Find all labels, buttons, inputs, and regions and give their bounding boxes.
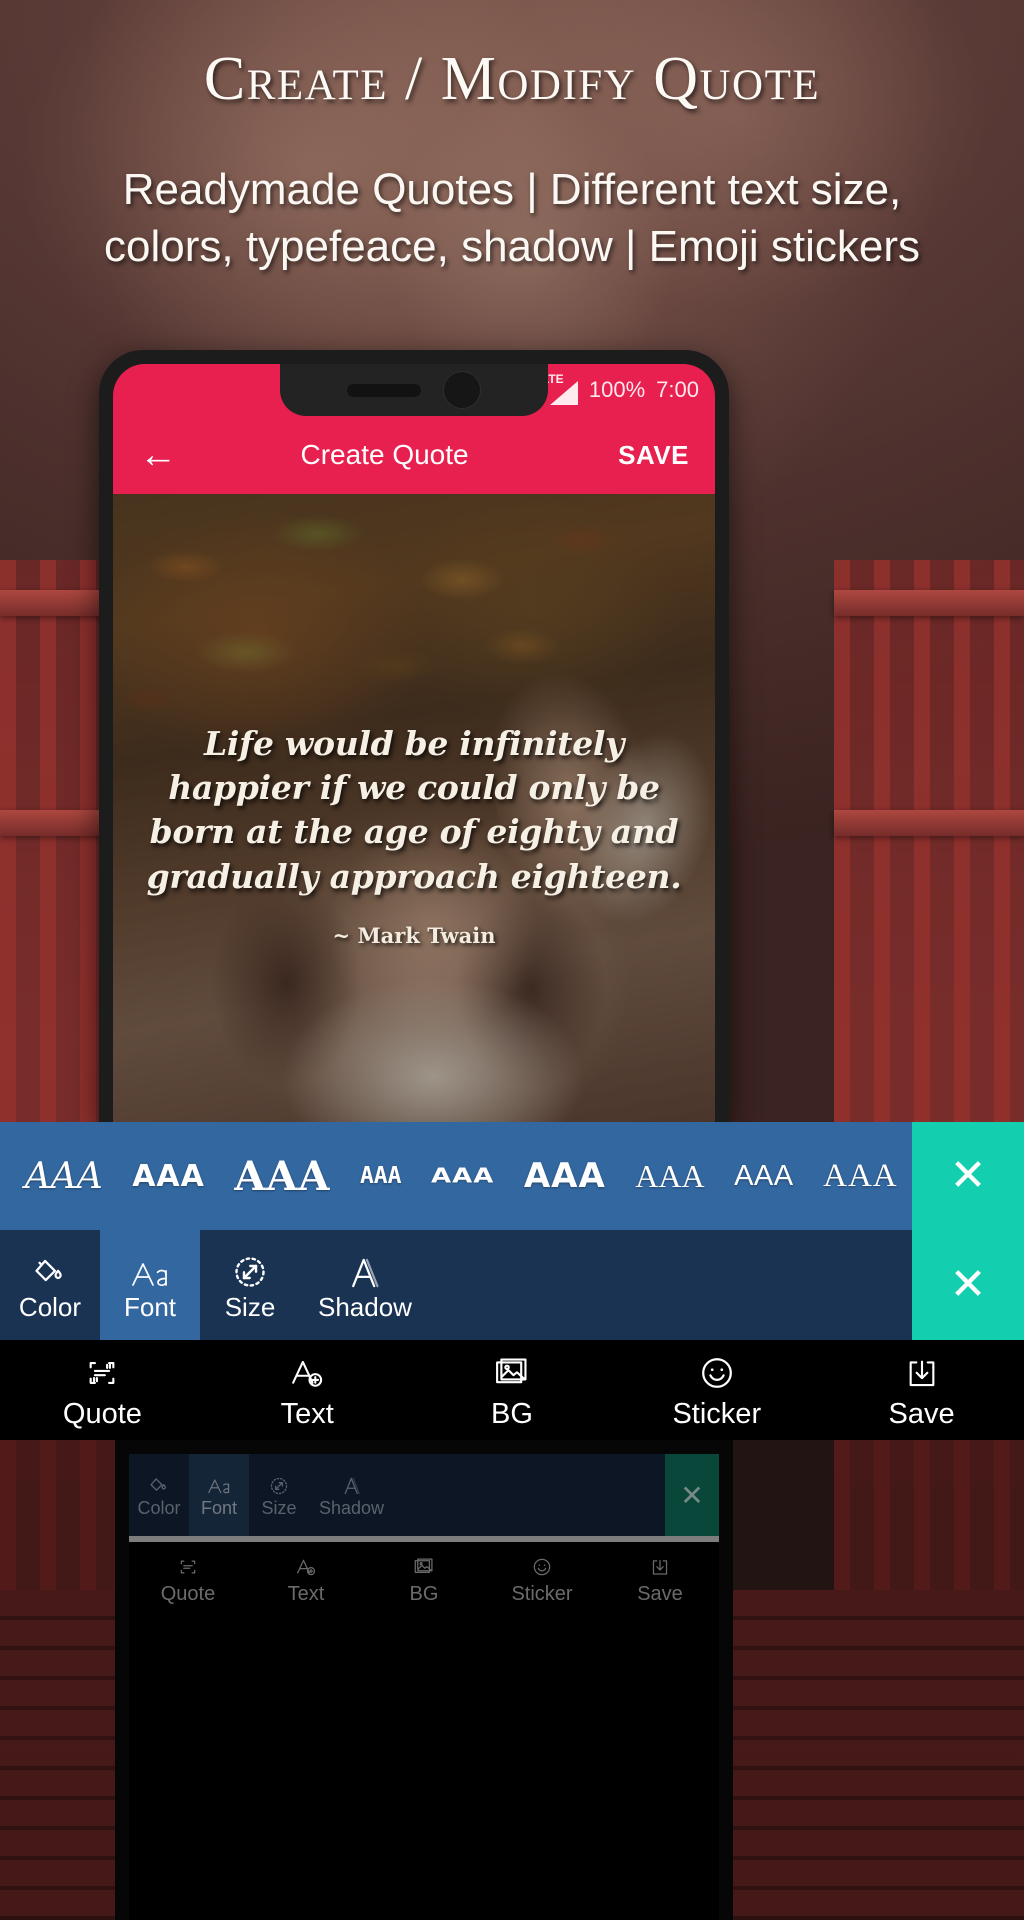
preview-tool-shadow[interactable]: Shadow (309, 1454, 394, 1536)
quote-text[interactable]: Life would be infinitely happier if we c… (129, 722, 699, 899)
quote-box-icon (85, 1352, 119, 1394)
preview-phone-mockup: Color Font Size Shadow ✕ Quote Text BG S… (115, 1440, 733, 1920)
preview-nav-save-label: Save (637, 1583, 683, 1605)
preview-nav-sticker[interactable]: Sticker (483, 1542, 601, 1618)
editor-panels: AAA AAA AAA AAA AAA AAA AAA AAA AAA AAA (0, 1122, 1024, 1350)
preview-tool-strip: Color Font Size Shadow ✕ (129, 1454, 719, 1536)
close-font-strip-button[interactable]: ✕ (912, 1122, 1024, 1230)
promo-subtitle-line-1: Readymade Quotes | Different text size, (122, 165, 902, 214)
add-text-icon (295, 1554, 317, 1580)
font-aa-icon (130, 1250, 170, 1290)
quote-canvas[interactable]: Life would be infinitely happier if we c… (113, 494, 715, 1125)
font-option[interactable]: AAA (509, 1156, 620, 1196)
preview-nav-bg-label: BG (409, 1583, 439, 1605)
close-column: ✕ ✕ (912, 1122, 1024, 1350)
battery-percent-label: 100% (588, 377, 646, 402)
clock-label: 7:00 (656, 377, 699, 402)
preview-close-button[interactable]: ✕ (665, 1454, 719, 1536)
resize-icon (232, 1250, 268, 1290)
tool-color-label: Color (18, 1292, 82, 1322)
font-picker-strip[interactable]: AAA AAA AAA AAA AAA AAA AAA AAA AAA AAA (0, 1122, 1024, 1230)
preview-tool-font-label: Font (200, 1497, 238, 1518)
quote-author[interactable]: ~ Mark Twain (129, 923, 699, 948)
preview-bottom-nav: Quote Text BG Sticker Save (129, 1542, 719, 1618)
add-text-icon (289, 1352, 325, 1394)
quote-text-block[interactable]: Life would be infinitely happier if we c… (113, 722, 715, 948)
nav-label-save: Save (888, 1397, 955, 1430)
back-arrow-icon[interactable]: ← (139, 436, 185, 474)
image-stack-icon (414, 1554, 434, 1580)
font-option[interactable]: AAA (345, 1163, 416, 1189)
font-option[interactable]: AAA (719, 1160, 808, 1193)
preview-nav-text-label: Text (287, 1583, 325, 1605)
tool-color-button[interactable]: Color (0, 1230, 100, 1340)
preview-tool-color-label: Color (137, 1497, 181, 1518)
preview-tool-color[interactable]: Color (129, 1454, 189, 1536)
nav-item-sticker[interactable]: Sticker (614, 1352, 819, 1429)
preview-nav-text[interactable]: Text (247, 1542, 365, 1618)
tool-row: Color Font Size Shadow (0, 1230, 1024, 1340)
font-aa-icon (207, 1472, 231, 1496)
preview-nav-sticker-label: Sticker (511, 1583, 573, 1605)
tool-font-button[interactable]: Font (100, 1230, 200, 1340)
tool-shadow-label: Shadow (318, 1292, 412, 1322)
close-tool-strip-button[interactable]: ✕ (912, 1230, 1024, 1340)
promo-subtitle: Readymade Quotes | Different text size, … (0, 161, 1024, 275)
tool-size-button[interactable]: Size (200, 1230, 300, 1340)
font-option[interactable]: AAA (220, 1153, 346, 1200)
font-option[interactable]: AAA (117, 1159, 219, 1194)
nav-item-quote[interactable]: Quote (0, 1352, 205, 1429)
lte-signal-icon: LTE (542, 372, 578, 405)
preview-tool-size-label: Size (261, 1497, 297, 1518)
promo-subtitle-line-2: colors, typefeace, shadow | Emoji sticke… (104, 222, 920, 272)
nav-item-bg[interactable]: BG (410, 1352, 615, 1429)
quote-box-icon (178, 1554, 198, 1580)
preview-nav-bg[interactable]: BG (365, 1542, 483, 1618)
preview-nav-quote-label: Quote (160, 1583, 216, 1605)
nav-label-bg: BG (491, 1397, 533, 1430)
preview-tool-font[interactable]: Font (189, 1454, 249, 1536)
smiley-icon (699, 1352, 735, 1394)
page-title: Create / Modify Quote (203, 45, 821, 113)
shadow-a-icon (343, 1472, 361, 1496)
app-bar: ← Create Quote SAVE (113, 416, 715, 494)
preview-tool-size[interactable]: Size (249, 1454, 309, 1536)
font-option[interactable]: AAA (808, 1158, 912, 1195)
app-bar-title: Create Quote (300, 439, 469, 470)
font-option[interactable]: AAA (416, 1164, 509, 1188)
smiley-icon (532, 1554, 552, 1580)
preview-nav-quote[interactable]: Quote (129, 1542, 247, 1618)
image-stack-icon (495, 1352, 529, 1394)
nav-item-save[interactable]: Save (819, 1352, 1024, 1429)
paint-bucket-icon (33, 1250, 67, 1290)
tool-size-label: Size (224, 1292, 276, 1322)
preview-tool-shadow-label: Shadow (319, 1497, 385, 1518)
phone-notch (280, 364, 548, 416)
preview-phone-screen: Color Font Size Shadow ✕ Quote Text BG S… (129, 1454, 719, 1920)
promo-text-block: Create / Modify Quote Readymade Quotes |… (0, 44, 1024, 275)
shadow-a-icon (349, 1250, 381, 1290)
nav-item-text[interactable]: Text (205, 1352, 410, 1429)
paint-bucket-icon (149, 1472, 169, 1496)
resize-icon (269, 1472, 289, 1496)
font-row: AAA AAA AAA AAA AAA AAA AAA AAA AAA AAA (0, 1122, 1024, 1230)
nav-label-quote: Quote (62, 1397, 142, 1430)
font-option[interactable]: AAA (621, 1158, 720, 1195)
tool-shadow-button[interactable]: Shadow (300, 1230, 430, 1340)
bottom-nav-bar: Quote Text BG Sticker Save (0, 1340, 1024, 1440)
text-tool-strip: Color Font Size Shadow (0, 1230, 1024, 1340)
font-option[interactable]: AAA (10, 1156, 117, 1197)
earpiece-speaker (347, 383, 421, 397)
nav-label-text: Text (280, 1397, 334, 1430)
phone-screen: 0 K/s ▾ LTE 100% 7:00 ← Create Quote SAV… (113, 364, 715, 1125)
phone-mockup: 0 K/s ▾ LTE 100% 7:00 ← Create Quote SAV… (99, 350, 729, 1125)
download-box-icon (906, 1352, 938, 1394)
download-box-icon (651, 1554, 669, 1580)
front-camera (443, 371, 481, 409)
save-button[interactable]: SAVE (618, 440, 689, 471)
tool-font-label: Font (123, 1292, 177, 1322)
preview-nav-save[interactable]: Save (601, 1542, 719, 1618)
next-screenshot-preview: Color Font Size Shadow ✕ Quote Text BG S… (0, 1440, 1024, 1920)
nav-label-sticker: Sticker (672, 1397, 762, 1430)
